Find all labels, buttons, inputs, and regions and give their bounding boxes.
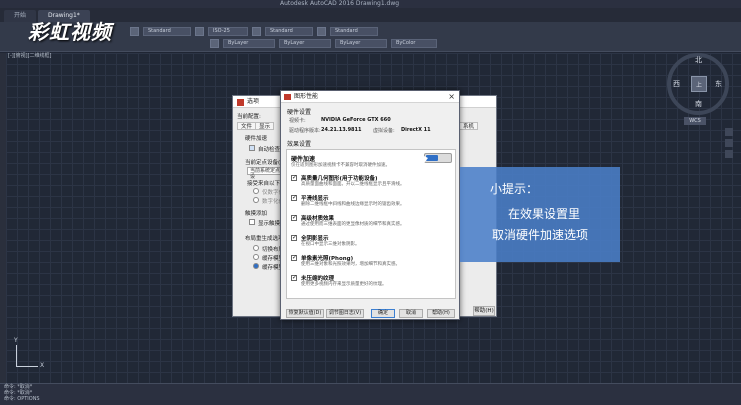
color-select[interactable]: ByLayer: [223, 38, 275, 48]
wcs-menu[interactable]: WCS: [684, 117, 706, 125]
tab-system[interactable]: 系机: [459, 122, 479, 130]
gpu-label: 视频卡:: [289, 118, 306, 124]
ucs-x-label: X: [40, 362, 45, 369]
hardware-accel-group: 硬件加速: [245, 136, 268, 142]
digitizer-only-radio[interactable]: [253, 188, 259, 194]
effect-value: DirectX 11: [401, 127, 431, 133]
effect-item-smooth-line[interactable]: ✓ 平滑线显示 删除二维线框中斜线和曲线边缘显示时的锯齿效果。: [291, 194, 451, 210]
hardware-accel-desc: 仅在适到图形加速视频卡不兼容时取消硬件加速。: [291, 163, 390, 168]
lineweight-select[interactable]: ByLayer: [335, 38, 387, 48]
tip-overlay: 小提示： 在效果设置里 取消硬件加速选项: [460, 167, 620, 262]
dimstyle-icon[interactable]: [195, 26, 204, 36]
hardware-section-title: 硬件设置: [287, 109, 312, 116]
current-config-label: 当前配置:: [237, 114, 261, 120]
check-icon[interactable]: ✓: [291, 255, 297, 261]
help-button[interactable]: 帮助(H): [427, 309, 455, 318]
effect-item-advanced-material[interactable]: ✓ 高级材质效果 通过使用而三维表面的更显像材质的细节和真实感。: [291, 214, 451, 230]
viewcube-top-label: 上: [696, 82, 703, 89]
pointing-device-field[interactable]: 当前系统定点设: [247, 167, 281, 180]
graphics-performance-dialog[interactable]: 图形性能 × 硬件设置 视频卡: NVIDIA GeForce GTX 660 …: [280, 90, 460, 320]
mleaderstyle-select[interactable]: Standard: [330, 26, 378, 36]
effect-item-hq-geometry[interactable]: ✓ 高质量几何图形(用于功能设备) 高质量面曲线和面面。开以二维线框显示且平滑线…: [291, 174, 451, 190]
options-help-button[interactable]: 帮助(H): [473, 306, 495, 316]
touch-group-label: 触摸添加: [245, 211, 268, 217]
autocad-icon: [284, 94, 291, 100]
tablestyle-select[interactable]: Standard: [265, 26, 313, 36]
ok-button[interactable]: 确定: [371, 309, 395, 318]
ucs-y-label: Y: [14, 337, 18, 344]
compass-south[interactable]: 南: [695, 99, 702, 109]
plotstyle-select[interactable]: ByColor: [391, 38, 437, 48]
check-icon[interactable]: ✓: [291, 235, 297, 241]
effect-item-desc: 通过使用而三维表面的更显像材质的细节和真实感。: [301, 222, 405, 227]
compass-north[interactable]: 北: [695, 55, 702, 65]
effect-label: 虚拟设备:: [373, 128, 395, 134]
restore-defaults-button[interactable]: 恢复默认值(D): [286, 309, 324, 318]
nav-orbit-icon[interactable]: [725, 150, 733, 158]
cancel-button[interactable]: 取消: [399, 309, 423, 318]
driver-label: 驱动程序版本:: [289, 128, 321, 134]
autocad-icon: [237, 99, 244, 106]
driver-value: 24.21.13.9811: [321, 127, 362, 133]
navigation-bar: [725, 128, 735, 378]
check-icon[interactable]: ✓: [291, 195, 297, 201]
digitizer-mouse-radio[interactable]: [253, 197, 259, 203]
linetype-select[interactable]: ByLayer: [279, 38, 331, 48]
effect-item-full-shadow[interactable]: ✓ 全阴影显示 在视口中显示三维对象阴影。: [291, 234, 451, 250]
tip-line-2: 取消硬件加速选项: [492, 228, 589, 242]
gpu-value: NVIDIA GeForce GTX 660: [321, 117, 391, 123]
textstyle-select[interactable]: Standard: [143, 26, 191, 36]
nav-pan-icon[interactable]: [725, 128, 733, 136]
compass-east[interactable]: 东: [715, 79, 722, 89]
effect-item-desc: 使用更多视频内存来显示质量更好的纹理。: [301, 282, 387, 287]
show-touch-checkbox[interactable]: [249, 219, 255, 225]
viewcube-face[interactable]: 上: [691, 76, 707, 92]
current-device-label: 当前定点设备(: [245, 160, 281, 166]
effect-item-desc: 使用三维对象和光照效果时，增加细节和真实感。: [301, 262, 400, 267]
viewcube[interactable]: 北 西 东 南 上: [667, 53, 729, 115]
tip-heading: 小提示：: [490, 182, 539, 196]
effect-item-desc: 高质量面曲线和面面。开以二维线框显示且平滑线。: [301, 182, 405, 187]
effects-section-title: 效果设置: [287, 141, 312, 148]
dimstyle-select[interactable]: ISO-25: [208, 26, 248, 36]
viewport-controls[interactable]: [-][俯视][二维线框]: [8, 52, 52, 59]
tablestyle-icon[interactable]: [252, 26, 261, 36]
tab-files[interactable]: 文件: [237, 122, 257, 130]
cache-model2-radio[interactable]: [253, 263, 259, 269]
ucs-x-axis: [16, 366, 38, 367]
adjust-log-button[interactable]: 调节图日志(V): [326, 309, 364, 318]
effect-item-desc: 在视口中显示三维对象阴影。: [301, 242, 360, 247]
tab-display[interactable]: 显示: [255, 122, 275, 130]
cache-model-radio[interactable]: [253, 254, 259, 260]
color-icon[interactable]: [210, 38, 219, 48]
mouse-cursor-icon: [424, 156, 428, 163]
check-icon[interactable]: ✓: [291, 275, 297, 281]
effects-panel: 硬件加速 仅在适到图形加速视频卡不兼容时取消硬件加速。 ✓ 高质量几何图形(用于…: [286, 149, 456, 299]
hardware-accel-toggle[interactable]: [424, 153, 452, 163]
compass-west[interactable]: 西: [673, 79, 680, 89]
window-title: Autodesk AutoCAD 2016 Drawing1.dwg: [0, 0, 741, 8]
command-line[interactable]: 命令: *取消* 命令: *取消* 命令: OPTIONS: [0, 383, 741, 405]
ucs-y-axis: [16, 345, 17, 367]
watermark-logo: 彩虹视频: [28, 20, 112, 44]
auto-check-checkbox[interactable]: [249, 145, 255, 151]
regen-switch-radio[interactable]: [253, 245, 259, 251]
effect-item-uncompressed-texture[interactable]: ✓ 未压缩的纹理 使用更多视频内存来显示质量更好的纹理。: [291, 274, 451, 290]
graphics-dialog-title: 图形性能: [281, 91, 459, 103]
mleaderstyle-icon[interactable]: [317, 26, 326, 36]
tip-line-1: 在效果设置里: [508, 207, 581, 221]
check-icon[interactable]: ✓: [291, 215, 297, 221]
effect-item-per-pixel-lighting[interactable]: ✓ 单像素光照(Phong) 使用三维对象和光照效果时，增加细节和真实感。: [291, 254, 451, 270]
close-icon[interactable]: ×: [448, 92, 455, 101]
layout-regen-label: 布局重生成选项: [245, 236, 284, 242]
command-history-line: 命令: OPTIONS: [4, 396, 40, 402]
textstyle-icon[interactable]: [130, 26, 139, 36]
effect-item-desc: 删除二维线框中斜线和曲线边缘显示时的锯齿效果。: [301, 202, 405, 207]
nav-zoom-icon[interactable]: [725, 139, 733, 147]
check-icon[interactable]: ✓: [291, 175, 297, 181]
